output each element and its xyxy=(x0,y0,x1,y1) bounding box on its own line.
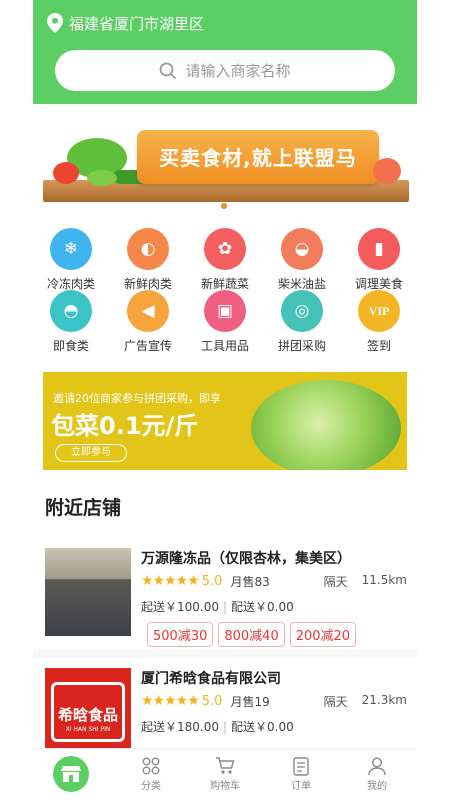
category-item[interactable]: ◐ 新鲜肉类 xyxy=(110,228,186,292)
store-name: 万源隆冻品（仅限杏林，集美区） xyxy=(141,551,351,567)
vip-icon: VIP xyxy=(358,290,400,332)
monthly-sales: 月售83 xyxy=(230,574,270,589)
divider xyxy=(33,650,417,658)
vegetable-icon: ✿ xyxy=(204,228,246,270)
store-name: 厦门希晗食品有限公司 xyxy=(141,671,281,687)
tab-orders[interactable]: 订单 xyxy=(271,755,331,792)
min-order: 起送￥180.00 xyxy=(141,720,219,734)
group-buy-promo[interactable]: 邀请20位商家参与拼团采购，即享 包菜0.1元/斤 立即参与 xyxy=(43,372,407,470)
cooker-icon: ▣ xyxy=(204,290,246,332)
tab-label: 购物车 xyxy=(210,781,240,792)
location-text: 福建省厦门市湖里区 xyxy=(69,14,205,33)
vegetable-image xyxy=(87,170,117,186)
location-pin-icon xyxy=(47,13,63,33)
megaphone-icon: ◀ xyxy=(127,290,169,332)
promo-subtitle: 邀请20位商家参与拼团采购，即享 xyxy=(53,392,221,405)
star-rating-icon: ★★★★★ xyxy=(141,693,200,709)
tab-label: 我的 xyxy=(367,781,387,792)
order-list-icon xyxy=(293,756,309,776)
tab-mine[interactable]: 我的 xyxy=(347,755,407,792)
delivery-day: 隔天 xyxy=(323,694,348,709)
discount-tag: 800减40 xyxy=(218,622,285,647)
discount-tag: 500减30 xyxy=(147,622,214,647)
category-item[interactable]: ❄ 冷冻肉类 xyxy=(33,228,109,292)
search-icon xyxy=(160,62,177,79)
seasoning-icon: ▮ xyxy=(358,228,400,270)
home-tab[interactable] xyxy=(53,756,89,792)
distance: 11.5km xyxy=(361,572,407,587)
group-buy-icon: ◎ xyxy=(281,290,323,332)
nearby-stores-title: 附近店铺 xyxy=(45,497,122,519)
category-item[interactable]: ◎ 拼团采购 xyxy=(264,290,340,354)
logo-text: 希晗食品 xyxy=(57,706,118,724)
tab-label: 订单 xyxy=(291,781,311,792)
join-button[interactable]: 立即参与 xyxy=(55,444,127,462)
delivery-fee: 配送￥0.00 xyxy=(231,600,294,614)
delivery-day: 隔天 xyxy=(323,574,348,589)
store-card[interactable]: 万源隆冻品（仅限杏林，集美区） ★★★★★ 5.0 月售83 隔天 11.5km… xyxy=(33,548,417,666)
store-price-row: 起送￥180.00 | 配送￥0.00 xyxy=(141,720,294,734)
instant-food-icon: ◓ xyxy=(50,290,92,332)
category-item[interactable]: ◒ 柴米油盐 xyxy=(264,228,340,292)
tab-category[interactable]: 分类 xyxy=(121,755,181,792)
search-input[interactable]: 请输入商家名称 xyxy=(55,50,395,91)
app-screen: 福建省厦门市湖里区 请输入商家名称 买卖食材,就上联盟马 ❄ 冷冻肉类 ◐ 新鲜… xyxy=(33,0,417,800)
category-item[interactable]: ▮ 调理美食 xyxy=(341,228,417,292)
promo-banner[interactable]: 买卖食材,就上联盟马 xyxy=(43,124,409,206)
monthly-sales: 月售19 xyxy=(230,694,270,709)
location-selector[interactable]: 福建省厦门市湖里区 xyxy=(47,10,204,36)
discount-tags: 500减30 800减40 200减20 xyxy=(147,622,357,647)
category-item[interactable]: VIP 签到 xyxy=(341,290,417,354)
store-rating-row: ★★★★★ 5.0 月售19 隔天 21.3km xyxy=(141,692,407,710)
user-icon xyxy=(368,756,386,775)
category-item[interactable]: ◓ 即食类 xyxy=(33,290,109,354)
star-rating-icon: ★★★★★ xyxy=(141,573,200,589)
fruit-image xyxy=(373,158,401,184)
min-order: 起送￥100.00 xyxy=(141,600,219,614)
category-label: 签到 xyxy=(366,339,391,353)
meat-icon: ◐ xyxy=(127,228,169,270)
category-grid-icon xyxy=(142,757,160,775)
delivery-fee: 配送￥0.00 xyxy=(231,720,294,734)
store-logo: 希晗食品 XI HAN SHI PIN xyxy=(45,668,131,756)
store-photo xyxy=(45,548,131,636)
rating-score: 5.0 xyxy=(201,693,223,709)
store-rating-row: ★★★★★ 5.0 月售83 隔天 11.5km xyxy=(141,572,407,590)
banner-sign: 买卖食材,就上联盟马 xyxy=(137,130,379,184)
cabbage-image xyxy=(251,380,401,470)
category-label: 广告宣传 xyxy=(123,339,172,353)
logo-subtext: XI HAN SHI PIN xyxy=(65,726,111,733)
cart-icon xyxy=(216,757,235,774)
search-placeholder: 请输入商家名称 xyxy=(185,62,291,80)
store-price-row: 起送￥100.00 | 配送￥0.00 xyxy=(141,600,294,614)
rice-bowl-icon: ◒ xyxy=(281,228,323,270)
snowflake-icon: ❄ xyxy=(50,228,92,270)
banner-indicator[interactable] xyxy=(221,203,227,209)
category-label: 工具用品 xyxy=(200,339,249,353)
category-item[interactable]: ✿ 新鲜蔬菜 xyxy=(187,228,263,292)
vegetable-image xyxy=(53,162,79,184)
store-icon xyxy=(61,766,81,782)
rating-score: 5.0 xyxy=(201,573,223,589)
banner-text: 买卖食材,就上联盟马 xyxy=(159,146,357,170)
category-item[interactable]: ▣ 工具用品 xyxy=(187,290,263,354)
tab-label: 分类 xyxy=(141,781,161,792)
category-label: 即食类 xyxy=(52,339,89,353)
promo-title: 包菜0.1元/斤 xyxy=(51,412,199,440)
discount-tag: 200减20 xyxy=(289,622,357,647)
header: 福建省厦门市湖里区 请输入商家名称 xyxy=(33,0,417,104)
tab-cart[interactable]: 购物车 xyxy=(195,755,255,792)
bottom-navigation: 分类 购物车 订单 我的 xyxy=(33,748,417,800)
category-item[interactable]: ◀ 广告宣传 xyxy=(110,290,186,354)
category-label: 拼团采购 xyxy=(277,339,326,353)
distance: 21.3km xyxy=(361,692,407,707)
